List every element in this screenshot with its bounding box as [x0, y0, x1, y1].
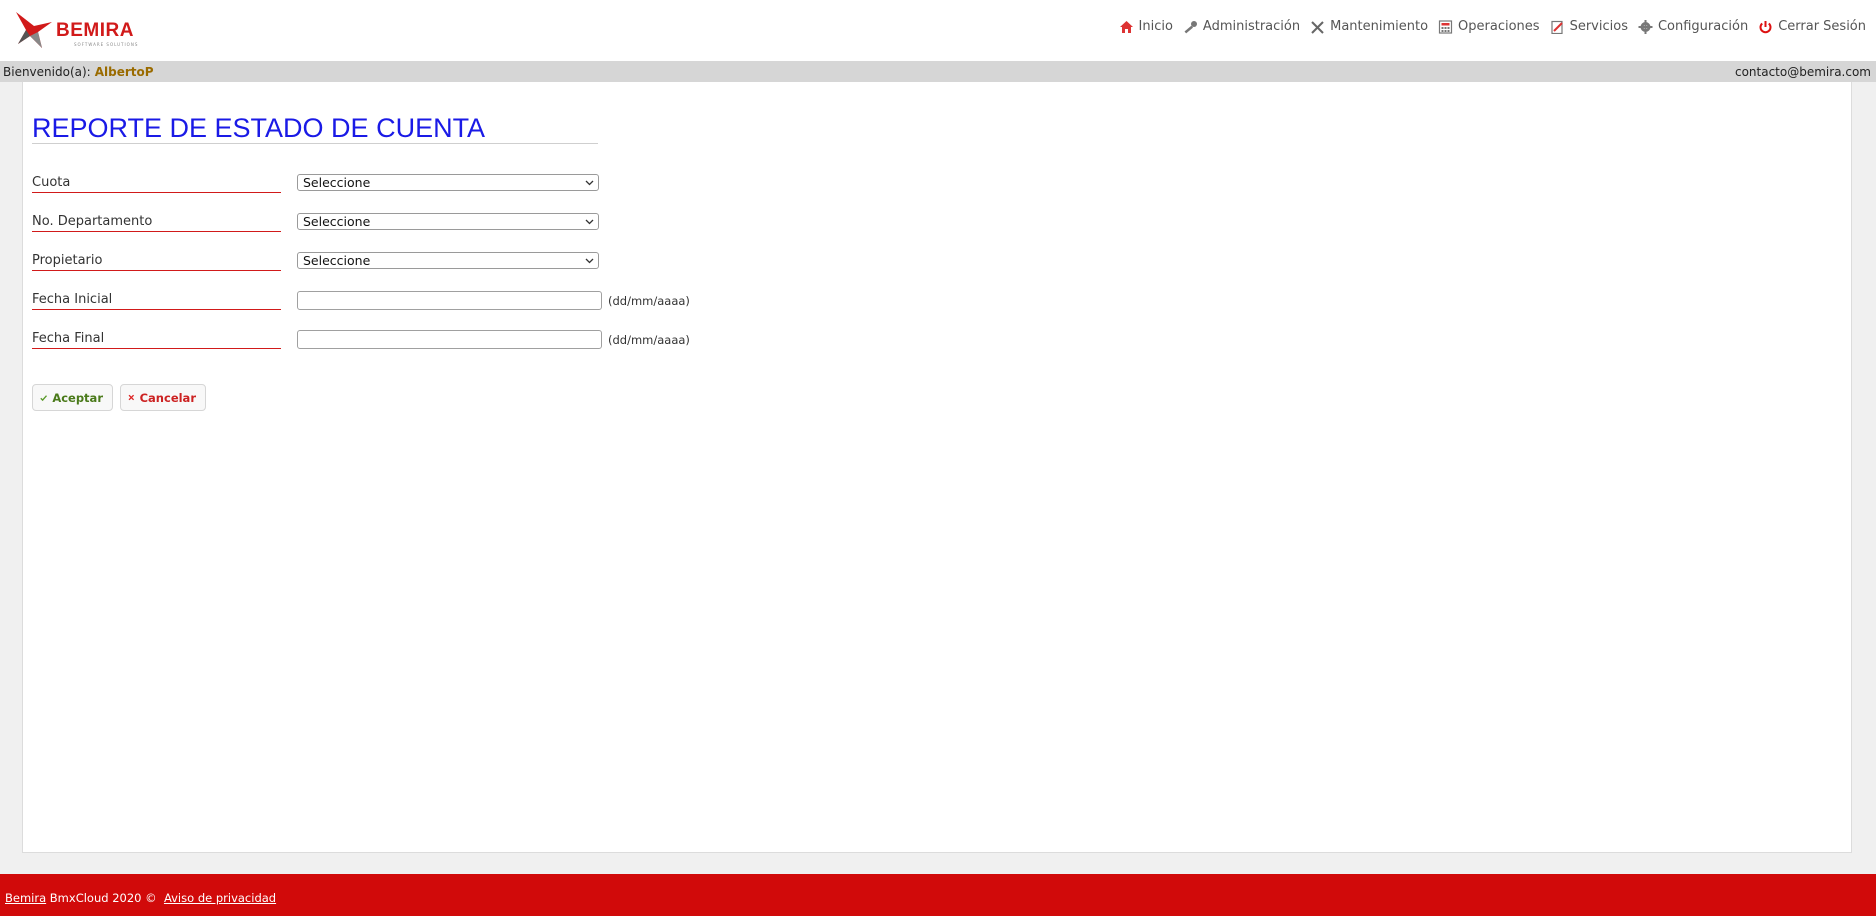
- bemira-logo[interactable]: BEMIRA SOFTWARE SOLUTIONS: [12, 8, 142, 52]
- cuota-selected-value: Seleccione: [303, 175, 371, 190]
- nav-item-administracion[interactable]: Administración: [1183, 19, 1300, 34]
- nav-label: Administración: [1202, 19, 1301, 34]
- page-title: REPORTE DE ESTADO DE CUENTA: [32, 113, 486, 143]
- chevron-down-icon: [585, 258, 594, 264]
- propietario-label: Propietario: [32, 253, 281, 271]
- propietario-select[interactable]: Seleccione: [297, 252, 599, 269]
- nav-item-servicios[interactable]: Servicios: [1550, 19, 1628, 34]
- departamento-select[interactable]: Seleccione: [297, 213, 599, 230]
- cuota-select[interactable]: Seleccione: [297, 174, 599, 191]
- star-logo-icon: [16, 12, 52, 48]
- nav-item-mantenimiento[interactable]: Mantenimiento: [1310, 19, 1428, 34]
- calculator-icon: [1438, 19, 1453, 34]
- title-divider: [32, 143, 598, 144]
- fecha-final-label: Fecha Final: [32, 331, 281, 349]
- footer-content: Bemira BmxCloud 2020 © Aviso de privacid…: [5, 891, 276, 905]
- welcome-prefix: Bienvenido(a):: [3, 65, 91, 79]
- welcome-message: Bienvenido(a): AlbertoP: [3, 65, 154, 79]
- cancelar-label: Cancelar: [139, 390, 196, 405]
- chevron-down-icon: [585, 219, 594, 225]
- power-icon: [1759, 20, 1772, 33]
- nav-label: Inicio: [1138, 19, 1173, 34]
- nav-item-operaciones[interactable]: Operaciones: [1438, 19, 1540, 34]
- footer-copyright: BmxCloud 2020 ©: [49, 891, 157, 905]
- header: BEMIRA SOFTWARE SOLUTIONS Inicio Adminis…: [0, 0, 1876, 61]
- logo-tagline: SOFTWARE SOLUTIONS: [74, 42, 139, 47]
- tools-icon: [1311, 20, 1324, 34]
- privacy-link[interactable]: Aviso de privacidad: [164, 891, 276, 905]
- cancelar-button[interactable]: Cancelar: [120, 384, 206, 411]
- home-icon: [1119, 20, 1133, 33]
- content-panel: [22, 82, 1852, 853]
- departamento-selected-value: Seleccione: [303, 214, 371, 229]
- fecha-inicial-label: Fecha Inicial: [32, 292, 281, 310]
- nav-label: Configuración: [1657, 19, 1749, 34]
- nav-item-configuracion[interactable]: Configuración: [1638, 19, 1748, 34]
- cuota-label: Cuota: [32, 175, 281, 193]
- propietario-selected-value: Seleccione: [303, 253, 371, 268]
- chevron-down-icon: [585, 180, 594, 186]
- logo-text: BEMIRA: [56, 20, 134, 41]
- fecha-inicial-format-hint: (dd/mm/aaaa): [608, 294, 690, 308]
- nav-label: Mantenimiento: [1330, 19, 1429, 34]
- checkmark-icon: [40, 394, 48, 401]
- nav-label: Servicios: [1569, 19, 1628, 34]
- fecha-final-format-hint: (dd/mm/aaaa): [608, 333, 690, 347]
- nav-label: Operaciones: [1458, 19, 1540, 34]
- main-nav: Inicio Administración Mantenimiento Oper…: [1109, 19, 1866, 34]
- aceptar-label: Aceptar: [52, 390, 103, 405]
- nav-item-cerrar-sesion[interactable]: Cerrar Sesión: [1758, 19, 1866, 34]
- contact-email: contacto@bemira.com: [1734, 65, 1871, 79]
- key-icon: [1184, 20, 1197, 33]
- nav-label: Cerrar Sesión: [1778, 19, 1866, 34]
- gear-icon: [1638, 19, 1653, 34]
- footer-brand-link[interactable]: Bemira: [5, 891, 46, 905]
- welcome-bar: Bienvenido(a): AlbertoP contacto@bemira.c…: [0, 61, 1876, 82]
- fecha-inicial-input[interactable]: [297, 291, 602, 310]
- welcome-username: AlbertoP: [94, 65, 154, 79]
- clipboard-icon: [1550, 20, 1563, 34]
- aceptar-button[interactable]: Aceptar: [32, 384, 113, 411]
- nav-item-inicio[interactable]: Inicio: [1119, 19, 1173, 34]
- footer: Bemira BmxCloud 2020 © Aviso de privacid…: [0, 874, 1876, 916]
- close-icon: [128, 394, 135, 401]
- fecha-final-input[interactable]: [297, 330, 602, 349]
- departamento-label: No. Departamento: [32, 214, 281, 232]
